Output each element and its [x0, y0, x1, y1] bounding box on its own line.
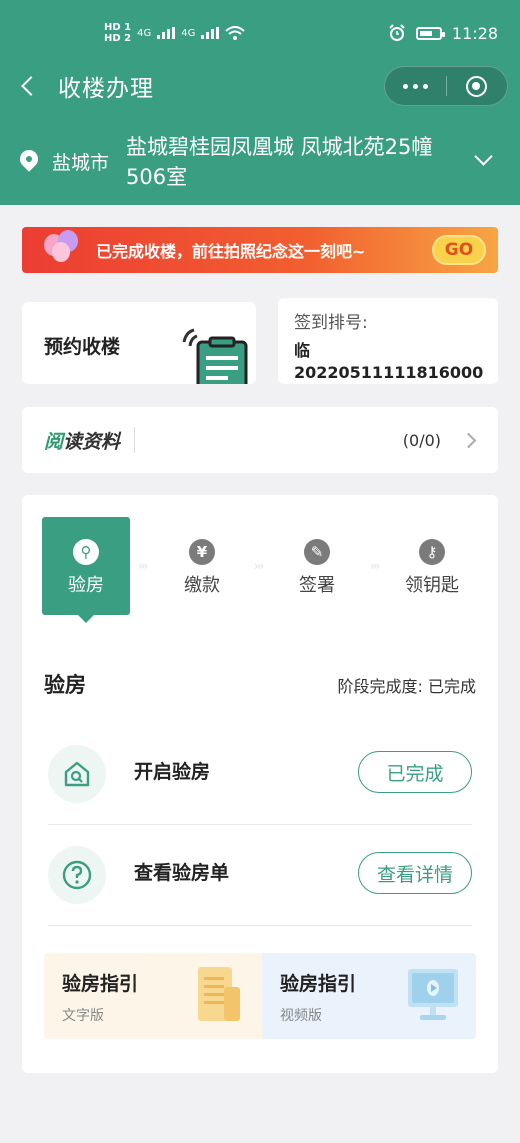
view-details-button[interactable]: 查看详情: [358, 852, 472, 894]
alarm-icon: [389, 24, 405, 41]
reading-title-prefix: 阅: [44, 430, 64, 453]
step-arrow-icon: ›››: [138, 559, 149, 573]
task-name: 查看验房单: [134, 862, 230, 884]
balloon-icon: [38, 230, 88, 270]
guide-subtitle: 文字版: [62, 1008, 104, 1024]
city-label: 盐城市: [52, 152, 110, 174]
task-row-inspection-sheet: 查看验房单 查看详情: [48, 826, 472, 926]
reading-count: (0/0): [402, 430, 441, 450]
sign-in-number: 临 20220511111816000: [294, 340, 483, 384]
search-icon: ⚲: [73, 539, 99, 565]
stage-progress: 阶段完成度: 已完成: [337, 677, 476, 696]
tab-label: 缴款: [184, 575, 220, 596]
yuan-icon: ¥: [189, 539, 215, 565]
guide-subtitle: 视频版: [280, 1008, 322, 1024]
document-icon: [198, 967, 240, 1021]
clipboard-icon: [182, 328, 248, 384]
task-name: 开启验房: [134, 761, 211, 783]
wifi-icon: [225, 26, 246, 40]
key-icon: ⚷: [419, 539, 445, 565]
guide-title: 验房指引: [280, 973, 357, 995]
battery-icon: [415, 26, 445, 40]
go-button[interactable]: GO: [432, 235, 486, 265]
tab-payment[interactable]: ¥ 缴款: [158, 517, 246, 615]
guide-text-version[interactable]: 验房指引 文字版: [44, 953, 262, 1039]
header: HD 1 HD 2 4G 4G 11:28 收楼办理 盐城市 盐城碧桂园凤凰城 …: [0, 0, 520, 205]
tab-label: 签署: [299, 575, 335, 596]
tab-keys[interactable]: ⚷ 领钥匙: [388, 517, 476, 615]
reading-title-rest: 读资料: [63, 430, 121, 453]
sign-in-label: 签到排号:: [294, 313, 368, 333]
status-right: 11:28: [388, 24, 498, 43]
signal-icon: [157, 27, 176, 39]
network-label-2: 4G: [181, 27, 196, 39]
monitor-icon: [408, 969, 458, 1020]
tab-signing[interactable]: ✎ 签署: [273, 517, 361, 615]
sign-in-card: 签到排号: 临 20220511111816000: [278, 298, 498, 384]
address-label: 盐城碧桂园凤凰城 凤城北苑25幢506室: [126, 135, 433, 189]
photo-banner[interactable]: 已完成收楼，前往拍照纪念这一刻吧~ GO: [22, 227, 498, 273]
hd1-badge: HD 1: [104, 22, 132, 33]
network-label: 4G: [137, 27, 152, 39]
clock: 11:28: [451, 23, 498, 43]
signal-icon-2: [201, 27, 220, 39]
pen-icon: ✎: [304, 539, 330, 565]
chevron-down-icon[interactable]: [474, 147, 493, 166]
mini-program-capsule: [384, 66, 508, 106]
sign-in-code: 20220511111816000: [294, 363, 484, 382]
stage-title: 验房: [44, 673, 86, 697]
signal-indicators: HD 1 HD 2 4G 4G: [104, 22, 246, 44]
step-arrow-icon: ›››: [254, 559, 265, 573]
appointment-card[interactable]: 预约收楼: [22, 302, 256, 384]
back-icon[interactable]: [21, 76, 41, 96]
guide-video-version[interactable]: 验房指引 视频版: [262, 953, 476, 1039]
hd2-badge: HD 2: [104, 33, 132, 44]
process-card: ⚲ 验房 ››› ¥ 缴款 ››› ✎ 签署 ››› ⚷ 领钥匙 验房 阶段完成…: [22, 495, 498, 1073]
banner-text: 已完成收楼，前往拍照纪念这一刻吧~: [96, 242, 366, 261]
sign-in-prefix: 临: [294, 341, 311, 360]
completed-button[interactable]: 已完成: [358, 751, 472, 793]
nav-bar: 收楼办理: [0, 62, 520, 110]
tab-inspection[interactable]: ⚲ 验房: [42, 517, 130, 623]
more-icon[interactable]: [385, 83, 446, 89]
reading-materials-row[interactable]: 阅读资料 (0/0): [22, 407, 498, 473]
location-pin-icon: [16, 146, 42, 172]
guide-title: 验房指引: [62, 973, 139, 995]
appointment-label: 预约收楼: [44, 336, 121, 358]
reading-title: 阅读资料: [44, 427, 120, 454]
hd-badges: HD 1 HD 2: [104, 22, 131, 44]
step-tabs: ⚲ 验房 ››› ¥ 缴款 ››› ✎ 签署 ››› ⚷ 领钥匙: [42, 517, 482, 623]
page-title: 收楼办理: [58, 76, 154, 102]
step-arrow-icon: ›››: [370, 559, 381, 573]
close-target-icon[interactable]: [447, 75, 508, 97]
location-selector[interactable]: 盐城市 盐城碧桂园凤凰城 凤城北苑25幢506室: [0, 128, 520, 194]
status-bar: HD 1 HD 2 4G 4G 11:28: [0, 16, 520, 50]
task-row-start-inspection: 开启验房 已完成: [48, 725, 472, 825]
question-icon: [48, 846, 106, 904]
reading-divider: [134, 427, 136, 453]
house-search-icon: [48, 745, 106, 803]
tab-label: 验房: [68, 575, 104, 596]
chevron-right-icon: [460, 432, 477, 448]
tab-label: 领钥匙: [405, 575, 459, 596]
